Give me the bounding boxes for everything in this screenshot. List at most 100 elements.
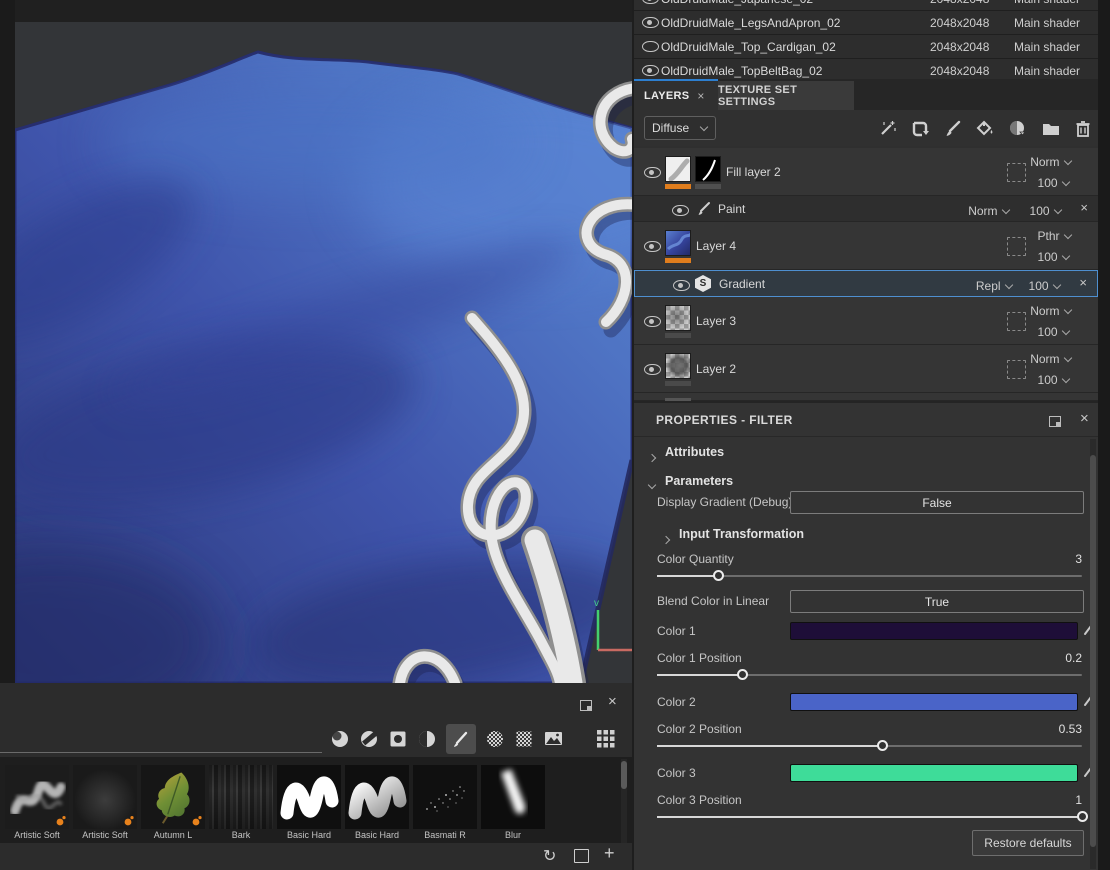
remove-effect-icon[interactable]: × bbox=[1079, 276, 1087, 289]
effect-row-paint[interactable]: Paint Norm 100 × bbox=[634, 196, 1098, 222]
new-resource-folder-icon[interactable] bbox=[574, 849, 589, 863]
color3-swatch[interactable] bbox=[790, 764, 1078, 782]
add-effect-icon[interactable] bbox=[910, 119, 930, 138]
tab-close-icon[interactable]: × bbox=[697, 89, 704, 103]
tab-texture-set-settings[interactable]: TEXTURE SET SETTINGS bbox=[718, 81, 854, 110]
blend-mode-select[interactable]: Norm bbox=[1030, 153, 1072, 171]
texture-set-row[interactable]: OldDruidMale_Japanese_02 2048x2048 Main … bbox=[634, 0, 1098, 11]
blend-mode-select[interactable]: Norm bbox=[1030, 350, 1072, 368]
visibility-eye-icon-hidden[interactable] bbox=[642, 41, 659, 52]
shelf-search-input[interactable] bbox=[0, 752, 322, 753]
layer-mask-placeholder-icon[interactable] bbox=[1007, 360, 1026, 379]
color2-swatch[interactable] bbox=[790, 693, 1078, 711]
color-quantity-slider[interactable] bbox=[657, 575, 1082, 577]
effect-visibility-eye-icon[interactable] bbox=[672, 205, 689, 216]
visibility-eye-icon[interactable] bbox=[642, 17, 659, 28]
add-paint-layer-brush-icon[interactable] bbox=[943, 119, 962, 138]
layer-mask-thumbnail[interactable] bbox=[695, 156, 721, 182]
color1-position-slider[interactable] bbox=[657, 674, 1082, 676]
materials-icon[interactable] bbox=[330, 726, 350, 752]
tab-layers[interactable]: LAYERS × bbox=[634, 81, 718, 110]
opacity-select[interactable]: 100 bbox=[1038, 174, 1070, 192]
opacity-value: 100 bbox=[1038, 373, 1058, 387]
layer-visibility-eye-icon[interactable] bbox=[644, 167, 661, 178]
environments-icon[interactable] bbox=[543, 726, 565, 752]
texture-set-row[interactable]: OldDruidMale_LegsAndApron_02 2048x2048 M… bbox=[634, 11, 1098, 35]
visibility-eye-icon[interactable] bbox=[642, 0, 659, 4]
shelf-scrollbar[interactable] bbox=[621, 759, 627, 843]
opacity-select[interactable]: 100 bbox=[1038, 323, 1070, 341]
effect-row-gradient-selected[interactable]: S Gradient Repl 100 × bbox=[634, 270, 1098, 297]
close-icon[interactable]: × bbox=[1080, 411, 1089, 426]
layer-row-fill-layer-2[interactable]: Fill layer 2 Norm 100 bbox=[634, 148, 1098, 196]
shelf-item[interactable]: Basic Hard bbox=[345, 765, 409, 841]
chevron-down-icon bbox=[1062, 328, 1070, 336]
layer-row-layer-3[interactable]: Layer 3 Norm 100 bbox=[634, 297, 1098, 345]
layer-thumbnail[interactable] bbox=[665, 230, 691, 256]
restore-defaults-button[interactable]: Restore defaults bbox=[972, 830, 1084, 856]
layer-row-layer-4[interactable]: Layer 4 Pthr 100 bbox=[634, 222, 1098, 270]
blend-mode-select[interactable]: Norm bbox=[1030, 302, 1072, 320]
layer-visibility-eye-icon[interactable] bbox=[644, 316, 661, 327]
opacity-select[interactable]: 100 bbox=[1029, 277, 1061, 295]
chevron-right-icon bbox=[649, 454, 657, 462]
opacity-select[interactable]: 100 bbox=[1038, 371, 1070, 389]
shelf-item[interactable]: Artistic Soft bbox=[5, 765, 69, 841]
blend-mode-select[interactable]: Pthr bbox=[1038, 227, 1072, 245]
viewport[interactable]: v u bbox=[0, 0, 632, 683]
shelf-item[interactable]: Basmati R bbox=[413, 765, 477, 841]
blend-linear-toggle-button[interactable]: True bbox=[790, 590, 1084, 613]
channel-select[interactable]: Diffuse bbox=[644, 116, 716, 140]
add-resource-icon[interactable]: + bbox=[604, 843, 615, 864]
shelf-item[interactable]: Bark bbox=[209, 765, 273, 841]
section-input-transformation[interactable]: Input Transformation bbox=[634, 523, 1084, 547]
blend-mode-value: Norm bbox=[1030, 304, 1059, 318]
uv-2d-view[interactable]: v u bbox=[15, 22, 632, 683]
opacity-select[interactable]: 100 bbox=[1030, 202, 1062, 220]
add-smart-mask-icon[interactable] bbox=[1008, 119, 1028, 138]
color2-position-slider[interactable] bbox=[657, 745, 1082, 747]
layer-visibility-eye-icon[interactable] bbox=[644, 364, 661, 375]
brushes-icon-active[interactable] bbox=[446, 724, 476, 754]
right-panel: OldDruidMale_Japanese_02 2048x2048 Main … bbox=[632, 0, 1098, 870]
layer-visibility-eye-icon[interactable] bbox=[644, 241, 661, 252]
effect-visibility-eye-icon[interactable] bbox=[673, 280, 690, 291]
float-panel-icon[interactable] bbox=[580, 700, 592, 711]
add-smart-material-wand-icon[interactable] bbox=[878, 119, 897, 138]
layer-thumbnail[interactable] bbox=[665, 156, 691, 182]
color3-position-slider[interactable] bbox=[657, 816, 1082, 818]
layer-mask-placeholder-icon[interactable] bbox=[1007, 163, 1026, 182]
display-settings-grid-icon[interactable] bbox=[597, 730, 615, 748]
remove-effect-icon[interactable]: × bbox=[1080, 201, 1088, 214]
smart-materials-icon[interactable] bbox=[359, 726, 379, 752]
shelf-item[interactable]: Artistic Soft bbox=[73, 765, 137, 841]
shelf-item[interactable]: Blur bbox=[481, 765, 545, 841]
layer-row-layer-2[interactable]: Layer 2 Norm 100 bbox=[634, 345, 1098, 393]
layer-mask-placeholder-icon[interactable] bbox=[1007, 237, 1026, 256]
properties-scrollbar[interactable] bbox=[1090, 439, 1096, 869]
close-icon[interactable]: × bbox=[608, 694, 617, 709]
float-panel-icon[interactable] bbox=[1049, 416, 1061, 427]
section-attributes[interactable]: Attributes bbox=[634, 441, 1084, 465]
delete-layer-trash-icon[interactable] bbox=[1074, 119, 1092, 138]
alphas-icon[interactable] bbox=[388, 726, 408, 752]
opacity-select[interactable]: 100 bbox=[1038, 248, 1070, 266]
stencils-icon[interactable] bbox=[417, 726, 437, 752]
shelf-item[interactable]: Autumn L bbox=[141, 765, 205, 841]
blend-mode-select[interactable]: Repl bbox=[976, 277, 1013, 295]
texture-set-row[interactable]: OldDruidMale_TopBeltBag_02 2048x2048 Mai… bbox=[634, 59, 1098, 79]
layer-mask-placeholder-icon[interactable] bbox=[1007, 312, 1026, 331]
add-fill-layer-bucket-icon[interactable] bbox=[975, 119, 995, 138]
shelf-item[interactable]: Basic Hard bbox=[277, 765, 341, 841]
color1-swatch[interactable] bbox=[790, 622, 1078, 640]
textures-icon[interactable] bbox=[485, 726, 505, 752]
blend-mode-select[interactable]: Norm bbox=[968, 202, 1010, 220]
patterns-icon[interactable] bbox=[514, 726, 534, 752]
layer-thumbnail[interactable] bbox=[665, 305, 691, 331]
add-group-folder-icon[interactable] bbox=[1041, 119, 1061, 138]
visibility-eye-icon[interactable] bbox=[642, 65, 659, 76]
display-gradient-toggle-button[interactable]: False bbox=[790, 491, 1084, 514]
texture-set-row[interactable]: OldDruidMale_Top_Cardigan_02 2048x2048 M… bbox=[634, 35, 1098, 59]
refresh-icon[interactable]: ↻ bbox=[543, 846, 556, 866]
layer-thumbnail[interactable] bbox=[665, 353, 691, 379]
